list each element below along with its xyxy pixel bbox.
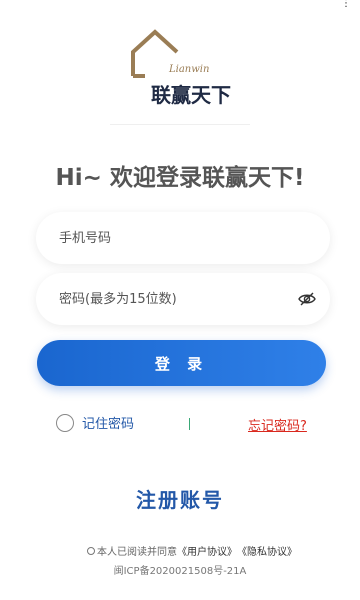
separator [189,418,190,430]
more-dots-icon: ⋮ [341,0,352,9]
logo-english: Lianwin [169,64,210,75]
privacy-agreement-link[interactable]: 《隐私协议》 [237,543,297,558]
forgot-password-link[interactable]: 忘记密码? [248,415,307,434]
user-agreement-link[interactable]: 《用户协议》 [177,543,237,558]
page-title: Hi~ 欢迎登录联赢天下! [55,165,305,191]
divider [110,124,250,125]
icp-number: 闽ICP备2020021508号-21A [113,566,247,577]
app-logo: Lianwin 联赢天下 [127,24,237,107]
remember-label[interactable]: 记住密码 [82,413,134,432]
agree-radio[interactable] [87,546,95,555]
register-link[interactable]: 注册账号 [0,484,360,513]
house-logo-icon [131,29,179,78]
eye-hidden-icon[interactable] [298,291,316,307]
agreement-prefix: 本人已阅读并同意 [97,547,177,558]
logo-chinese: 联赢天下 [151,83,231,107]
password-field[interactable] [36,273,330,325]
password-input[interactable] [57,290,291,308]
phone-field[interactable] [36,212,330,264]
agreement: 本人已阅读并同意 《用户协议》 《隐私协议》 [87,543,297,558]
login-button[interactable]: 登 录 [37,340,326,386]
status-bar: ⋮ [0,0,360,9]
phone-input[interactable] [57,229,291,247]
remember-radio[interactable] [56,413,74,432]
remember-password[interactable]: 记住密码 [56,413,134,432]
